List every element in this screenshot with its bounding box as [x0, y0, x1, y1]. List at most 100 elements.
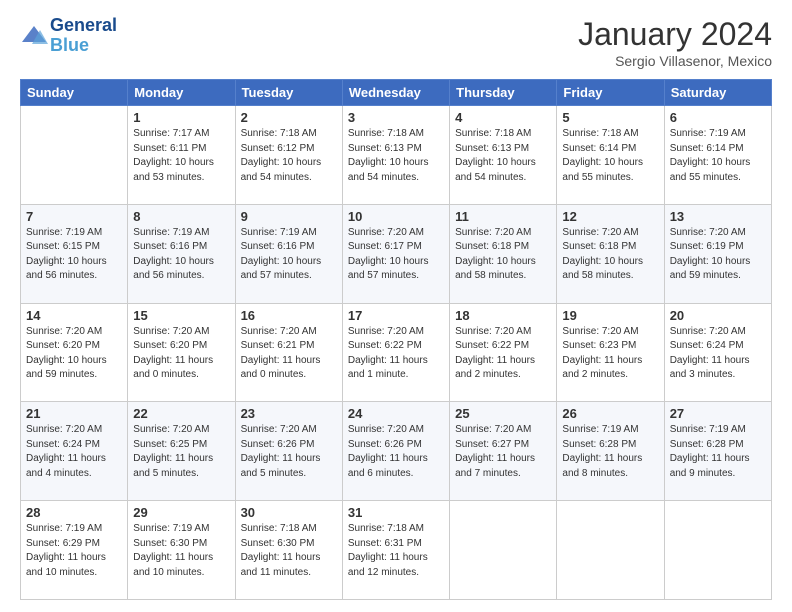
day-number: 8 [133, 209, 229, 224]
calendar-cell: 16 Sunrise: 7:20 AMSunset: 6:21 PMDayligh… [235, 303, 342, 402]
day-number: 17 [348, 308, 444, 323]
calendar-cell: 9 Sunrise: 7:19 AMSunset: 6:16 PMDaylight… [235, 204, 342, 303]
day-info: Sunrise: 7:20 AMSunset: 6:25 PMDaylight:… [133, 423, 229, 481]
calendar-cell: 25 Sunrise: 7:20 AMSunset: 6:27 PMDayligh… [450, 402, 557, 501]
day-number: 30 [241, 505, 337, 520]
day-number: 25 [455, 406, 551, 421]
day-number: 11 [455, 209, 551, 224]
day-number: 24 [348, 406, 444, 421]
calendar-cell: 18Sunrise: 7:20 AMSunset: 6:22 PMDayligh… [450, 303, 557, 402]
day-number: 14 [26, 308, 122, 323]
day-info: Sunrise: 7:19 AMSunset: 6:16 PMDaylight:… [133, 226, 229, 284]
day-info: Sunrise: 7:18 AMSunset: 6:12 PMDaylight:… [241, 127, 337, 185]
column-header-thursday: Thursday [450, 80, 557, 106]
calendar-cell: 5 Sunrise: 7:18 AMSunset: 6:14 PMDaylight… [557, 106, 664, 205]
day-number: 5 [562, 110, 658, 125]
day-number: 16 [241, 308, 337, 323]
day-number: 7 [26, 209, 122, 224]
column-header-monday: Monday [128, 80, 235, 106]
day-info: Sunrise: 7:18 AMSunset: 6:31 PMDaylight:… [348, 522, 444, 580]
week-row-1: 1 Sunrise: 7:17 AMSunset: 6:11 PMDaylight… [21, 106, 772, 205]
day-info: Sunrise: 7:18 AMSunset: 6:13 PMDaylight:… [455, 127, 551, 185]
week-row-2: 7 Sunrise: 7:19 AMSunset: 6:15 PMDaylight… [21, 204, 772, 303]
day-info: Sunrise: 7:20 AMSunset: 6:21 PMDaylight:… [241, 325, 337, 383]
day-info: Sunrise: 7:20 AMSunset: 6:20 PMDaylight:… [133, 325, 229, 383]
week-row-3: 14 Sunrise: 7:20 AMSunset: 6:20 PMDayligh… [21, 303, 772, 402]
calendar-cell: 17 Sunrise: 7:20 AMSunset: 6:22 PMDayligh… [342, 303, 449, 402]
column-header-saturday: Saturday [664, 80, 771, 106]
calendar-cell: 30 Sunrise: 7:18 AMSunset: 6:30 PMDayligh… [235, 501, 342, 600]
column-header-wednesday: Wednesday [342, 80, 449, 106]
logo: General Blue [20, 16, 117, 56]
day-info: Sunrise: 7:20 AMSunset: 6:22 PMDaylight:… [348, 325, 444, 383]
day-number: 3 [348, 110, 444, 125]
day-info: Sunrise: 7:19 AMSunset: 6:14 PMDaylight:… [670, 127, 766, 185]
day-number: 1 [133, 110, 229, 125]
day-number: 26 [562, 406, 658, 421]
day-info: Sunrise: 7:19 AMSunset: 6:16 PMDaylight:… [241, 226, 337, 284]
day-info: Sunrise: 7:19 AMSunset: 6:28 PMDaylight:… [562, 423, 658, 481]
calendar-cell: 11 Sunrise: 7:20 AMSunset: 6:18 PMDayligh… [450, 204, 557, 303]
calendar-cell [21, 106, 128, 205]
calendar-cell: 26 Sunrise: 7:19 AMSunset: 6:28 PMDayligh… [557, 402, 664, 501]
calendar-cell: 12Sunrise: 7:20 AMSunset: 6:18 PMDayligh… [557, 204, 664, 303]
title-block: January 2024 Sergio Villasenor, Mexico [578, 16, 772, 69]
calendar-cell: 1 Sunrise: 7:17 AMSunset: 6:11 PMDaylight… [128, 106, 235, 205]
day-info: Sunrise: 7:19 AMSunset: 6:30 PMDaylight:… [133, 522, 229, 580]
day-number: 22 [133, 406, 229, 421]
calendar-cell: 6 Sunrise: 7:19 AMSunset: 6:14 PMDaylight… [664, 106, 771, 205]
day-number: 9 [241, 209, 337, 224]
month-title: January 2024 [578, 16, 772, 53]
calendar-cell: 27 Sunrise: 7:19 AMSunset: 6:28 PMDayligh… [664, 402, 771, 501]
column-header-friday: Friday [557, 80, 664, 106]
day-info: Sunrise: 7:18 AMSunset: 6:30 PMDaylight:… [241, 522, 337, 580]
day-info: Sunrise: 7:19 AMSunset: 6:29 PMDaylight:… [26, 522, 122, 580]
calendar-cell: 15 Sunrise: 7:20 AMSunset: 6:20 PMDayligh… [128, 303, 235, 402]
calendar-cell: 10 Sunrise: 7:20 AMSunset: 6:17 PMDayligh… [342, 204, 449, 303]
day-info: Sunrise: 7:20 AMSunset: 6:26 PMDaylight:… [241, 423, 337, 481]
calendar-cell: 3 Sunrise: 7:18 AMSunset: 6:13 PMDaylight… [342, 106, 449, 205]
day-info: Sunrise: 7:18 AMSunset: 6:14 PMDaylight:… [562, 127, 658, 185]
header: General Blue January 2024 Sergio Villase… [20, 16, 772, 69]
calendar-cell: 8 Sunrise: 7:19 AMSunset: 6:16 PMDaylight… [128, 204, 235, 303]
calendar-cell: 21Sunrise: 7:20 AMSunset: 6:24 PMDayligh… [21, 402, 128, 501]
day-info: Sunrise: 7:20 AMSunset: 6:20 PMDaylight:… [26, 325, 122, 383]
day-info: Sunrise: 7:20 AMSunset: 6:23 PMDaylight:… [562, 325, 658, 383]
day-number: 29 [133, 505, 229, 520]
day-info: Sunrise: 7:18 AMSunset: 6:13 PMDaylight:… [348, 127, 444, 185]
day-info: Sunrise: 7:19 AMSunset: 6:28 PMDaylight:… [670, 423, 766, 481]
day-info: Sunrise: 7:20 AMSunset: 6:18 PMDaylight:… [455, 226, 551, 284]
calendar-cell: 13Sunrise: 7:20 AMSunset: 6:19 PMDayligh… [664, 204, 771, 303]
week-row-5: 28Sunrise: 7:19 AMSunset: 6:29 PMDayligh… [21, 501, 772, 600]
calendar-cell: 14 Sunrise: 7:20 AMSunset: 6:20 PMDayligh… [21, 303, 128, 402]
calendar-cell: 24Sunrise: 7:20 AMSunset: 6:26 PMDayligh… [342, 402, 449, 501]
day-info: Sunrise: 7:17 AMSunset: 6:11 PMDaylight:… [133, 127, 229, 185]
day-info: Sunrise: 7:20 AMSunset: 6:24 PMDaylight:… [670, 325, 766, 383]
day-number: 10 [348, 209, 444, 224]
page: General Blue January 2024 Sergio Villase… [0, 0, 792, 612]
calendar-cell [557, 501, 664, 600]
calendar-cell: 31 Sunrise: 7:18 AMSunset: 6:31 PMDayligh… [342, 501, 449, 600]
day-number: 4 [455, 110, 551, 125]
column-header-tuesday: Tuesday [235, 80, 342, 106]
day-number: 20 [670, 308, 766, 323]
day-info: Sunrise: 7:20 AMSunset: 6:22 PMDaylight:… [455, 325, 551, 383]
calendar-cell: 29 Sunrise: 7:19 AMSunset: 6:30 PMDayligh… [128, 501, 235, 600]
day-number: 31 [348, 505, 444, 520]
day-number: 13 [670, 209, 766, 224]
day-info: Sunrise: 7:20 AMSunset: 6:17 PMDaylight:… [348, 226, 444, 284]
day-number: 27 [670, 406, 766, 421]
calendar-cell [450, 501, 557, 600]
day-number: 21 [26, 406, 122, 421]
day-number: 6 [670, 110, 766, 125]
day-number: 2 [241, 110, 337, 125]
day-info: Sunrise: 7:20 AMSunset: 6:27 PMDaylight:… [455, 423, 551, 481]
calendar-cell: 2 Sunrise: 7:18 AMSunset: 6:12 PMDaylight… [235, 106, 342, 205]
calendar-cell [664, 501, 771, 600]
calendar-cell: 19Sunrise: 7:20 AMSunset: 6:23 PMDayligh… [557, 303, 664, 402]
day-info: Sunrise: 7:19 AMSunset: 6:15 PMDaylight:… [26, 226, 122, 284]
day-number: 15 [133, 308, 229, 323]
column-header-row: SundayMondayTuesdayWednesdayThursdayFrid… [21, 80, 772, 106]
column-header-sunday: Sunday [21, 80, 128, 106]
subtitle: Sergio Villasenor, Mexico [578, 53, 772, 69]
